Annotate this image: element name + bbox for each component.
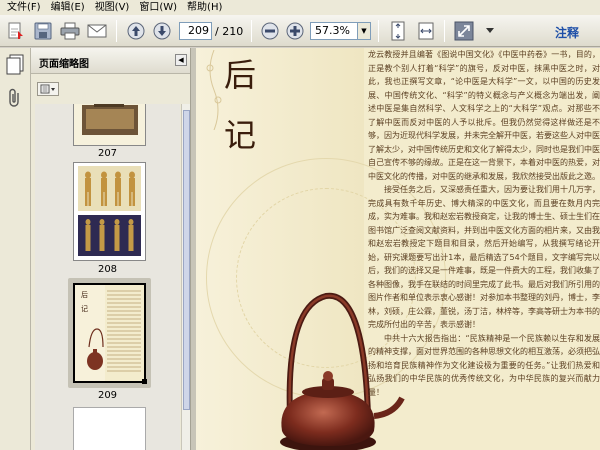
document-text: 龙云教授并且编著《图说中国文化》《中医中药卷》一书，目的，正是教个别人打着“科学… [368, 48, 600, 399]
create-pdf-icon[interactable] [4, 19, 28, 43]
thumbnail-page-207[interactable] [73, 104, 146, 146]
paperclip-icon[interactable] [7, 88, 23, 111]
dropdown-arrow-icon[interactable] [478, 19, 502, 43]
thumbnails-list: 207 208 后 记 209 [35, 104, 180, 450]
floral-ornament [206, 50, 222, 130]
paragraph-2: 接受任务之后，又深感责任重大，因为要让我们用十几万字，完成具有数千年历史、博大精… [368, 185, 600, 329]
page-total: / 210 [215, 25, 244, 38]
thumbnail-label-208: 208 [97, 264, 118, 275]
thumbnail-page-210[interactable] [73, 407, 146, 450]
print-icon[interactable] [58, 19, 82, 43]
collapse-icon[interactable]: ◀ [175, 54, 187, 66]
menu-file[interactable]: 文件(F) [2, 0, 46, 15]
prev-page-icon[interactable] [124, 19, 148, 43]
heading-char-1: 后 [224, 56, 257, 94]
menu-bar: 文件(F) 编辑(E) 视图(V) 窗口(W) 帮助(H) [0, 0, 600, 15]
zoom-dropdown-icon[interactable]: ▼ [357, 22, 371, 40]
svg-text:记: 记 [81, 305, 88, 313]
thumbnails-panel: 页面缩略图 ◀ 207 208 后 记 209 [31, 48, 190, 450]
thumbnail-page-208[interactable] [73, 162, 146, 261]
thumbnails-header: 页面缩略图 ◀ [31, 48, 190, 74]
thumbnails-scrollbar[interactable] [181, 104, 190, 450]
next-page-icon[interactable] [150, 19, 174, 43]
expand-icon[interactable] [452, 19, 476, 43]
menu-help[interactable]: 帮助(H) [182, 0, 227, 15]
fit-width-icon[interactable] [414, 19, 438, 43]
menu-edit[interactable]: 编辑(E) [46, 0, 90, 15]
options-icon[interactable] [37, 82, 59, 96]
fit-page-icon[interactable] [386, 19, 410, 43]
thumbnail-label-207: 207 [97, 148, 118, 159]
email-icon[interactable] [85, 19, 109, 43]
annotate-button[interactable]: 注释 [555, 24, 579, 41]
pages-icon[interactable] [5, 54, 25, 79]
toolbar: 209 / 210 57.3% ▼ 注释 [0, 15, 600, 47]
thumbnails-title: 页面缩略图 [39, 59, 89, 70]
zoom-in-icon[interactable] [283, 19, 307, 43]
menu-window[interactable]: 窗口(W) [134, 0, 182, 15]
save-icon[interactable] [31, 19, 55, 43]
thumbnail-label-209: 209 [97, 390, 118, 401]
heading-char-2: 记 [224, 116, 257, 154]
document-view: 后 记 龙云教授并且编著《图说中国文化》《中医中药卷》一书，目的，正是教个别人打… [196, 48, 600, 450]
zoom-input[interactable]: 57.3% [310, 22, 358, 40]
menu-view[interactable]: 视图(V) [90, 0, 135, 15]
svg-text:后: 后 [81, 290, 88, 299]
zoom-out-icon[interactable] [258, 19, 282, 43]
paragraph-3: 中共十六大报告指出：“民族精神是一个民族赖以生存和发展的精神支撑，面对世界范围的… [368, 333, 600, 397]
thumbnail-page-209[interactable]: 后 记 [73, 283, 147, 384]
navigation-strip [0, 48, 31, 450]
page-number-input[interactable]: 209 [179, 22, 212, 40]
paragraph-1: 龙云教授并且编著《图说中国文化》《中医中药卷》一书，目的，正是教个别人打着“科学… [368, 50, 600, 181]
